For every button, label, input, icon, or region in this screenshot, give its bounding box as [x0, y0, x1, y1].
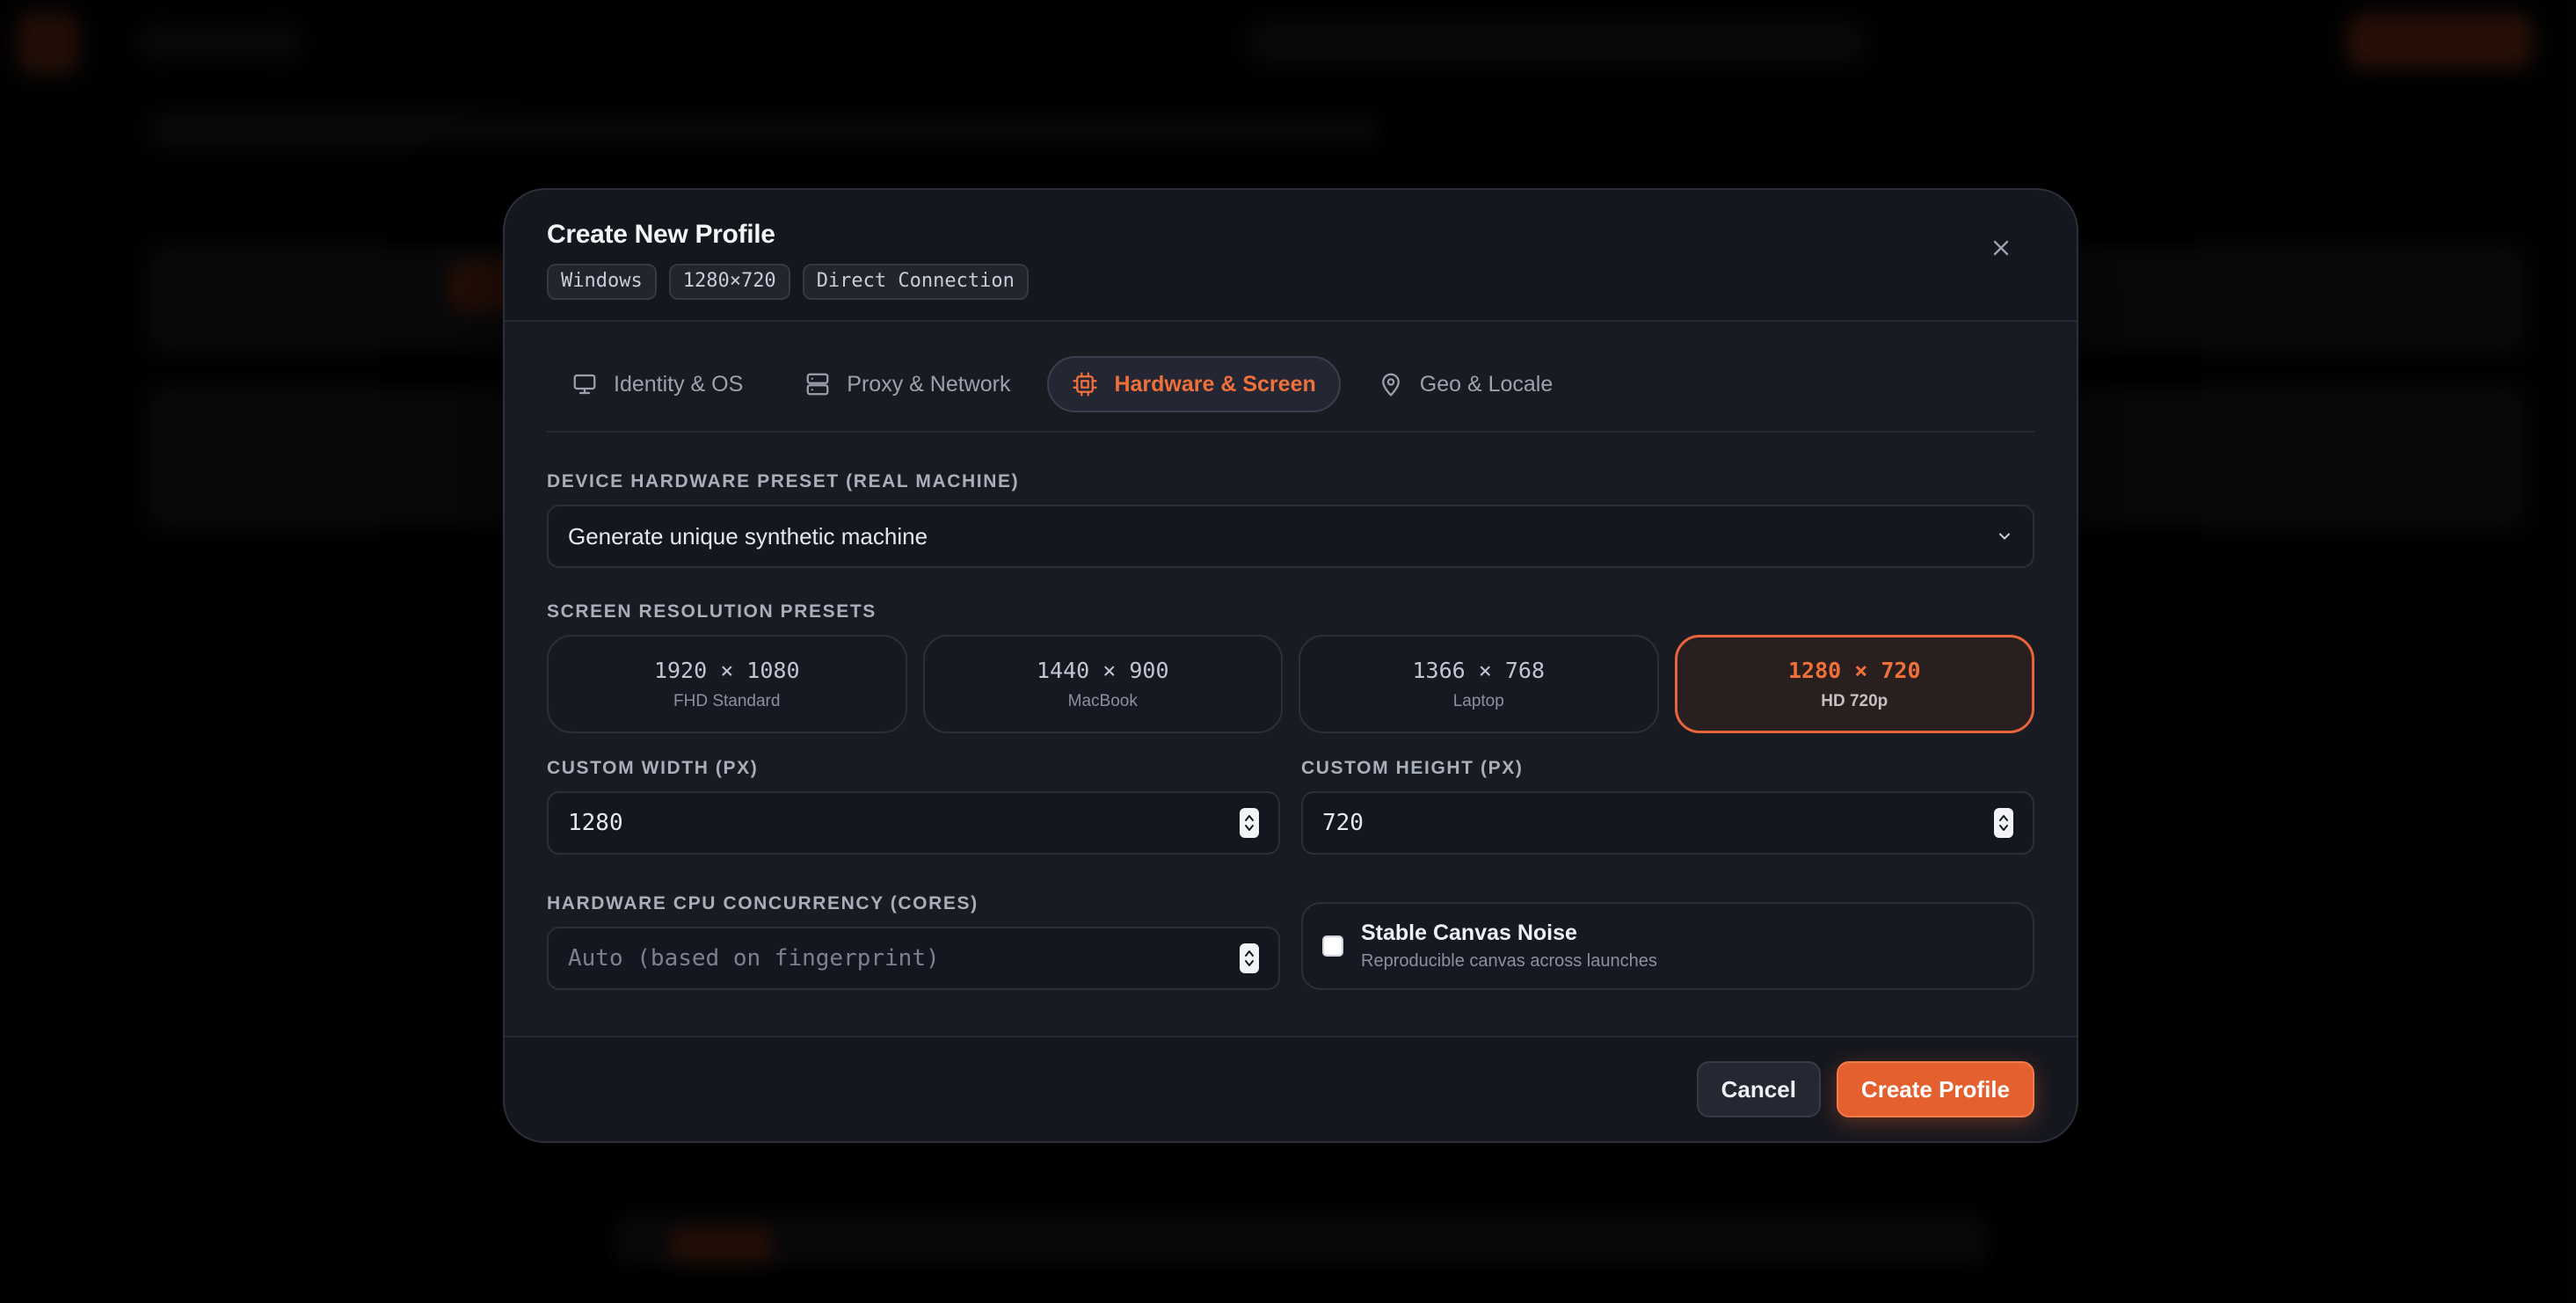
tab-label: Geo & Locale: [1419, 371, 1554, 397]
hardware-preset-label: Device Hardware Preset (Real Machine): [547, 471, 1020, 491]
resolution-presets: 1920 × 1080 FHD Standard 1440 × 900 MacB…: [547, 635, 2034, 733]
checkbox-text: Stable Canvas Noise Reproducible canvas …: [1361, 921, 1657, 972]
hardware-preset-section: Device Hardware Preset (Real Machine) Ge…: [547, 471, 2034, 568]
cpu-canvas-section: Hardware CPU Concurrency (Cores) Auto (b…: [547, 893, 2034, 990]
chip-os: Windows: [547, 264, 657, 300]
close-icon: [1993, 240, 2009, 256]
hardware-preset-value: Generate unique synthetic machine: [568, 522, 928, 550]
cpu-icon: [1073, 372, 1098, 397]
cpu-cores-input[interactable]: Auto (based on fingerprint): [547, 927, 1280, 990]
resolution-presets-label: Screen Resolution Presets: [547, 601, 877, 622]
cpu-cores-placeholder: Auto (based on fingerprint): [568, 945, 940, 972]
resolution-value: 1366 × 768: [1412, 657, 1545, 683]
resolution-preset-hd720[interactable]: 1280 × 720 HD 720p: [1674, 635, 2034, 733]
stable-canvas-noise-subtitle: Reproducible canvas across launches: [1361, 951, 1657, 971]
chip-connection: Direct Connection: [802, 264, 1029, 300]
dialog-body: Identity & OS Proxy & Network Hardware &…: [505, 322, 2077, 1036]
stepper-arrows-icon: [1999, 815, 2008, 831]
tab-label: Hardware & Screen: [1114, 371, 1316, 397]
dialog-header: Create New Profile Windows 1280×720 Dire…: [505, 190, 2077, 322]
chevron-down-icon: [1999, 533, 2010, 540]
profile-summary-chips: Windows 1280×720 Direct Connection: [547, 264, 2034, 300]
tab-proxy-network[interactable]: Proxy & Network: [780, 356, 1035, 412]
resolution-name: HD 720p: [1821, 691, 1888, 710]
monitor-icon: [573, 374, 596, 395]
custom-size-section: Custom Width (px) 1280 Custom Height (px…: [547, 758, 2034, 855]
resolution-preset-fhd[interactable]: 1920 × 1080 FHD Standard: [547, 635, 907, 733]
resolution-name: MacBook: [1067, 691, 1138, 710]
resolution-name: Laptop: [1452, 691, 1504, 710]
custom-width-group: Custom Width (px) 1280: [547, 758, 1280, 855]
create-profile-dialog: Create New Profile Windows 1280×720 Dire…: [503, 188, 2078, 1143]
cpu-group: Hardware CPU Concurrency (Cores) Auto (b…: [547, 893, 1280, 990]
resolution-value: 1920 × 1080: [653, 657, 800, 683]
dialog-footer: Cancel Create Profile: [505, 1036, 2077, 1141]
tab-hardware-screen[interactable]: Hardware & Screen: [1047, 356, 1341, 412]
resolution-section: Screen Resolution Presets 1920 × 1080 FH…: [547, 601, 2034, 733]
dialog-title: Create New Profile: [547, 220, 775, 249]
chip-resolution: 1280×720: [668, 264, 790, 300]
tab-label: Proxy & Network: [847, 371, 1011, 397]
map-pin-icon: [1381, 373, 1400, 397]
custom-height-label: Custom Height (px): [1301, 758, 1524, 778]
resolution-preset-laptop[interactable]: 1366 × 768 Laptop: [1299, 635, 1659, 733]
resolution-value: 1440 × 900: [1036, 657, 1169, 683]
custom-width-value: 1280: [568, 810, 623, 836]
custom-width-label: Custom Width (px): [547, 758, 759, 778]
number-stepper[interactable]: [1240, 808, 1259, 838]
hardware-preset-select[interactable]: Generate unique synthetic machine: [547, 505, 2034, 568]
custom-height-value: 720: [1322, 810, 1364, 836]
custom-height-group: Custom Height (px) 720: [1301, 758, 2034, 855]
custom-height-input[interactable]: 720: [1301, 791, 2034, 855]
custom-width-input[interactable]: 1280: [547, 791, 1280, 855]
tab-bar: Identity & OS Proxy & Network Hardware &…: [547, 356, 2034, 433]
stable-canvas-noise-checkbox[interactable]: [1322, 935, 1343, 957]
stepper-arrows-icon: [1245, 815, 1254, 831]
resolution-preset-macbook[interactable]: 1440 × 900 MacBook: [922, 635, 1283, 733]
tab-identity-os[interactable]: Identity & OS: [547, 356, 768, 412]
stable-canvas-noise-title: Stable Canvas Noise: [1361, 921, 1577, 945]
cpu-cores-label: Hardware CPU Concurrency (Cores): [547, 893, 979, 914]
cancel-button[interactable]: Cancel: [1696, 1061, 1821, 1117]
tab-geo-locale[interactable]: Geo & Locale: [1353, 356, 1578, 412]
number-stepper[interactable]: [1240, 943, 1259, 973]
stable-canvas-noise-option[interactable]: Stable Canvas Noise Reproducible canvas …: [1301, 902, 2034, 990]
close-button[interactable]: [1982, 229, 2020, 267]
stepper-arrows-icon: [1245, 950, 1254, 966]
number-stepper[interactable]: [1994, 808, 2013, 838]
tab-label: Identity & OS: [614, 371, 744, 397]
server-icon: [806, 373, 829, 396]
resolution-value: 1280 × 720: [1787, 657, 1921, 683]
create-profile-button[interactable]: Create Profile: [1836, 1061, 2034, 1117]
resolution-name: FHD Standard: [673, 691, 781, 710]
